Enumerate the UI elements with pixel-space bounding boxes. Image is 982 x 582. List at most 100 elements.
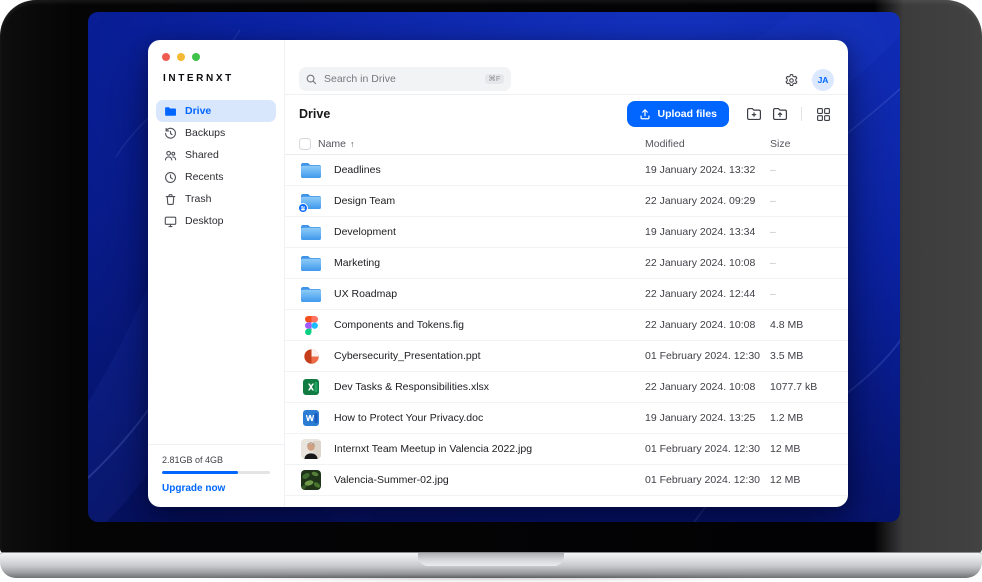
photo-green-icon bbox=[299, 469, 323, 491]
sidebar: INTERNXT Drive Backups Shared Recents Tr… bbox=[148, 40, 285, 507]
sidebar-item-desktop[interactable]: Desktop bbox=[156, 210, 276, 232]
upload-files-button[interactable]: Upload files bbox=[627, 101, 729, 127]
zoom-button[interactable] bbox=[192, 53, 200, 61]
file-size: – bbox=[770, 195, 834, 207]
close-button[interactable] bbox=[162, 53, 170, 61]
create-folder-button[interactable] bbox=[743, 103, 765, 125]
storage-progressbar bbox=[162, 471, 270, 474]
sidebar-item-recents[interactable]: Recents bbox=[156, 166, 276, 188]
shared-badge-icon bbox=[298, 203, 308, 213]
file-size: 1.2 MB bbox=[770, 412, 834, 424]
file-modified: 22 January 2024. 10:08 bbox=[645, 381, 770, 393]
file-size: 12 MB bbox=[770, 443, 834, 455]
file-name: Components and Tokens.fig bbox=[334, 319, 464, 331]
sidebar-item-backups[interactable]: Backups bbox=[156, 122, 276, 144]
table-row[interactable]: Internxt Team Meetup in Valencia 2022.jp… bbox=[285, 434, 848, 465]
file-modified: 22 January 2024. 10:08 bbox=[645, 257, 770, 269]
search-bar[interactable]: ⌘F bbox=[299, 67, 511, 91]
folder-icon bbox=[299, 159, 323, 181]
shared-icon bbox=[163, 148, 177, 162]
file-name: Dev Tasks & Responsibilities.xlsx bbox=[334, 381, 489, 393]
file-modified: 19 January 2024. 13:32 bbox=[645, 164, 770, 176]
file-size: – bbox=[770, 288, 834, 300]
search-input[interactable] bbox=[322, 72, 480, 86]
internxt-logo: INTERNXT bbox=[163, 73, 284, 84]
file-name: Cybersecurity_Presentation.ppt bbox=[334, 350, 481, 362]
table-row[interactable]: How to Protect Your Privacy.doc 19 Janua… bbox=[285, 403, 848, 434]
table-row[interactable]: Cybersecurity_Presentation.ppt 01 Februa… bbox=[285, 341, 848, 372]
upgrade-link[interactable]: Upgrade now bbox=[162, 483, 270, 494]
desktop-wallpaper: INTERNXT Drive Backups Shared Recents Tr… bbox=[88, 12, 900, 522]
figma-icon bbox=[299, 314, 323, 336]
table-row[interactable]: Deadlines 19 January 2024. 13:32 – bbox=[285, 155, 848, 186]
folder-icon bbox=[299, 283, 323, 305]
word-icon bbox=[299, 407, 323, 429]
excel-icon bbox=[299, 376, 323, 398]
file-modified: 01 February 2024. 12:30 bbox=[645, 350, 770, 362]
grid-view-button[interactable] bbox=[812, 103, 834, 125]
file-name: Marketing bbox=[334, 257, 380, 269]
file-size: 1077.7 kB bbox=[770, 381, 834, 393]
file-list: Deadlines 19 January 2024. 13:32 – Desig… bbox=[285, 155, 848, 507]
sidebar-item-shared[interactable]: Shared bbox=[156, 144, 276, 166]
desktop-icon bbox=[163, 214, 177, 228]
file-modified: 19 January 2024. 13:34 bbox=[645, 226, 770, 238]
page-title: Drive bbox=[299, 107, 330, 121]
file-size: – bbox=[770, 164, 834, 176]
file-modified: 22 January 2024. 09:29 bbox=[645, 195, 770, 207]
avatar[interactable]: JA bbox=[812, 69, 834, 91]
top-header: ⌘F JA bbox=[285, 40, 848, 95]
laptop-shadow bbox=[50, 577, 932, 582]
file-name: UX Roadmap bbox=[334, 288, 397, 300]
table-row[interactable]: Design Team 22 January 2024. 09:29 – bbox=[285, 186, 848, 217]
file-name: Deadlines bbox=[334, 164, 381, 176]
file-name: How to Protect Your Privacy.doc bbox=[334, 412, 483, 424]
table-row[interactable]: Dev Tasks & Responsibilities.xlsx 22 Jan… bbox=[285, 372, 848, 403]
gear-icon bbox=[784, 73, 799, 88]
file-name: Development bbox=[334, 226, 396, 238]
file-modified: 22 January 2024. 10:08 bbox=[645, 319, 770, 331]
file-name: Design Team bbox=[334, 195, 395, 207]
settings-button[interactable] bbox=[780, 69, 802, 91]
folder-upload-icon bbox=[772, 106, 788, 122]
file-size: 4.8 MB bbox=[770, 319, 834, 331]
folder-icon bbox=[299, 252, 323, 274]
minimize-button[interactable] bbox=[177, 53, 185, 61]
file-modified: 01 February 2024. 12:30 bbox=[645, 474, 770, 486]
table-row[interactable]: UX Roadmap 22 January 2024. 12:44 – bbox=[285, 279, 848, 310]
file-size: 12 MB bbox=[770, 474, 834, 486]
select-all-checkbox[interactable] bbox=[299, 138, 311, 150]
upload-icon bbox=[639, 108, 651, 120]
toolbar: Upload files bbox=[627, 101, 834, 127]
storage-panel: 2.81GB of 4GB Upgrade now bbox=[148, 444, 284, 507]
app-window: INTERNXT Drive Backups Shared Recents Tr… bbox=[148, 40, 848, 507]
sort-arrow-icon: ↑ bbox=[350, 139, 355, 149]
file-size: – bbox=[770, 226, 834, 238]
table-header: Name ↑ Modified Size bbox=[285, 133, 848, 155]
upload-folder-button[interactable] bbox=[769, 103, 791, 125]
file-name: Valencia-Summer-02.jpg bbox=[334, 474, 449, 486]
laptop-lid-notch bbox=[418, 553, 564, 566]
trash-icon bbox=[163, 192, 177, 206]
file-size: – bbox=[770, 257, 834, 269]
table-row[interactable]: Development 19 January 2024. 13:34 – bbox=[285, 217, 848, 248]
table-row[interactable]: Components and Tokens.fig 22 January 202… bbox=[285, 310, 848, 341]
grid-view-icon bbox=[816, 107, 831, 122]
column-header-modified[interactable]: Modified bbox=[645, 138, 770, 150]
folder-plus-icon bbox=[746, 106, 762, 122]
column-header-name[interactable]: Name ↑ bbox=[318, 138, 645, 150]
folder-icon bbox=[299, 221, 323, 243]
sidebar-item-trash[interactable]: Trash bbox=[156, 188, 276, 210]
recents-icon bbox=[163, 170, 177, 184]
file-name: Internxt Team Meetup in Valencia 2022.jp… bbox=[334, 443, 532, 455]
main-area: ⌘F JA Drive bbox=[285, 40, 848, 507]
column-header-size[interactable]: Size bbox=[770, 138, 834, 150]
powerpoint-icon bbox=[299, 345, 323, 367]
content-header: Drive Upload files bbox=[285, 95, 848, 133]
sidebar-item-drive[interactable]: Drive bbox=[156, 100, 276, 122]
file-modified: 22 January 2024. 12:44 bbox=[645, 288, 770, 300]
table-row[interactable]: Marketing 22 January 2024. 10:08 – bbox=[285, 248, 848, 279]
toolbar-divider bbox=[801, 107, 802, 121]
photo-portrait-icon bbox=[299, 438, 323, 460]
table-row[interactable]: Valencia-Summer-02.jpg 01 February 2024.… bbox=[285, 465, 848, 496]
